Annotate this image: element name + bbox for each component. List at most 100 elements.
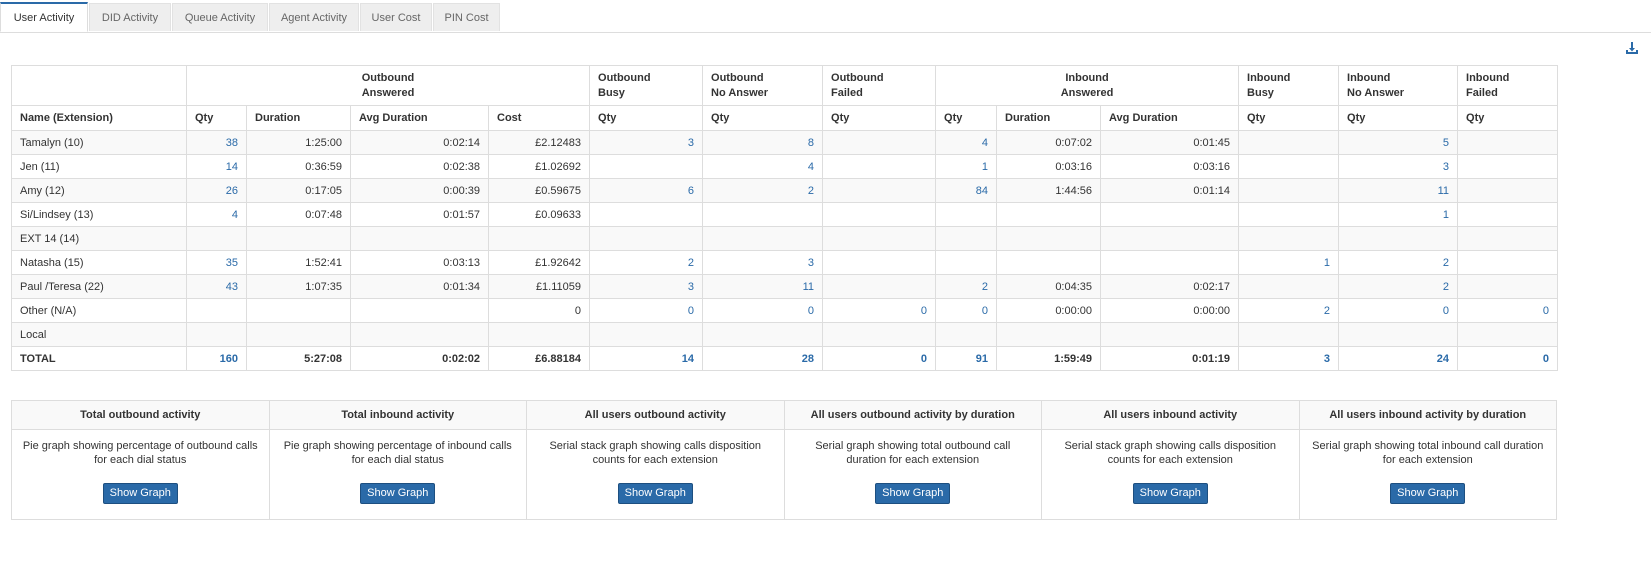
count-link[interactable]: 0 — [1457, 346, 1559, 371]
show-graph-button[interactable]: Show Graph — [360, 483, 436, 504]
table-row: Local — [11, 322, 1559, 347]
user-activity-table: Outbound Answered Outbound Busy Outbound… — [11, 65, 1559, 371]
graph-title: Total inbound activity — [268, 400, 527, 430]
group-inbound-failed: Inbound Failed — [1457, 65, 1559, 106]
count-link[interactable]: 24 — [1338, 346, 1459, 371]
show-graph-button[interactable]: Show Graph — [1132, 483, 1208, 504]
tab-user-activity[interactable]: User Activity — [0, 2, 88, 32]
table-cell — [996, 322, 1102, 347]
group-label: Outbound Failed — [831, 71, 884, 99]
count-link[interactable]: 28 — [702, 346, 824, 371]
count-link[interactable]: 43 — [186, 274, 247, 299]
count-link[interactable]: 84 — [935, 178, 998, 203]
count-link[interactable]: 0 — [935, 298, 998, 323]
count-link[interactable]: 6 — [589, 178, 704, 203]
row-name: Natasha (15) — [11, 250, 187, 275]
table-cell — [822, 202, 937, 227]
table-cell — [702, 202, 824, 227]
group-label: Outbound Busy — [598, 71, 651, 99]
show-graph-button[interactable]: Show Graph — [102, 483, 178, 504]
table-cell — [822, 178, 937, 203]
tab-did-activity[interactable]: DID Activity — [89, 3, 171, 31]
table-cell: 1:52:41 — [246, 250, 351, 275]
table-cell: 0:00:39 — [350, 178, 489, 203]
count-link[interactable]: 0 — [1338, 298, 1459, 323]
tab-agent-activity[interactable]: Agent Activity — [269, 3, 359, 31]
count-link[interactable]: 2 — [1238, 298, 1340, 323]
count-link[interactable]: 3 — [589, 130, 704, 155]
table-cell — [246, 298, 351, 323]
count-link[interactable]: 91 — [935, 346, 998, 371]
graph-description: Serial graph showing total outbound call… — [815, 440, 1011, 466]
count-link[interactable]: 2 — [935, 274, 998, 299]
table-cell — [246, 226, 351, 251]
table-cell — [996, 226, 1102, 251]
graph-description: Serial stack graph showing calls disposi… — [549, 440, 762, 466]
count-link[interactable]: 2 — [589, 250, 704, 275]
count-link[interactable]: 26 — [186, 178, 247, 203]
count-link[interactable]: 11 — [1338, 178, 1459, 203]
graph-title: All users outbound activity — [526, 400, 785, 430]
download-icon[interactable] — [1625, 41, 1639, 55]
count-link[interactable]: 3 — [702, 250, 824, 275]
group-outbound-busy: Outbound Busy — [589, 65, 704, 106]
count-link[interactable]: 1 — [1238, 250, 1340, 275]
table-cell — [1457, 226, 1559, 251]
tab-user-cost[interactable]: User Cost — [360, 3, 432, 31]
show-graph-button[interactable]: Show Graph — [617, 483, 693, 504]
column-header: Avg Duration — [1100, 105, 1240, 131]
count-link[interactable]: 4 — [702, 154, 824, 179]
table-cell: 0:01:45 — [1100, 130, 1240, 155]
count-link[interactable]: 38 — [186, 130, 247, 155]
count-link[interactable]: 2 — [702, 178, 824, 203]
count-link[interactable]: 3 — [1238, 346, 1340, 371]
count-link[interactable]: 0 — [702, 298, 824, 323]
count-link[interactable]: 0 — [589, 298, 704, 323]
table-cell — [1457, 178, 1559, 203]
table-cell — [350, 226, 489, 251]
show-graph-button[interactable]: Show Graph — [875, 483, 951, 504]
show-graph-button[interactable]: Show Graph — [1390, 483, 1466, 504]
count-link[interactable]: 1 — [1338, 202, 1459, 227]
count-link[interactable]: 1 — [935, 154, 998, 179]
table-row: EXT 14 (14) — [11, 226, 1559, 251]
count-link[interactable]: 3 — [1338, 154, 1459, 179]
count-link[interactable]: 14 — [589, 346, 704, 371]
table-cell — [1457, 274, 1559, 299]
count-link[interactable]: 8 — [702, 130, 824, 155]
tab-pin-cost[interactable]: PIN Cost — [433, 3, 500, 31]
count-link[interactable]: 2 — [1338, 274, 1459, 299]
count-link[interactable]: 0 — [822, 346, 937, 371]
tab-queue-activity[interactable]: Queue Activity — [172, 3, 268, 31]
count-link[interactable]: 0 — [822, 298, 937, 323]
count-link[interactable]: 4 — [186, 202, 247, 227]
count-link[interactable]: 0 — [1457, 298, 1559, 323]
graph-title-row: Total outbound activity Total inbound act… — [11, 400, 1557, 430]
graph-panel: Serial graph showing total outbound call… — [783, 429, 1042, 520]
table-cell — [1238, 226, 1340, 251]
count-link[interactable]: 3 — [589, 274, 704, 299]
count-link[interactable]: 11 — [702, 274, 824, 299]
table-cell: 0:00:00 — [996, 298, 1102, 323]
table-cell: 0:01:57 — [350, 202, 489, 227]
table-cell — [1238, 202, 1340, 227]
column-header: Qty — [1338, 105, 1459, 131]
count-link[interactable]: 5 — [1338, 130, 1459, 155]
count-link[interactable]: 14 — [186, 154, 247, 179]
table-cell — [1338, 226, 1459, 251]
table-cell: £0.59675 — [487, 178, 591, 203]
table-cell — [935, 226, 998, 251]
row-name: Amy (12) — [11, 178, 187, 203]
table-cell: 0 — [487, 298, 591, 323]
table-cell: 0:01:19 — [1100, 346, 1240, 371]
count-link[interactable]: 2 — [1338, 250, 1459, 275]
count-link[interactable]: 4 — [935, 130, 998, 155]
count-link[interactable]: 160 — [186, 346, 247, 371]
table-cell — [935, 202, 998, 227]
table-cell: 5:27:08 — [246, 346, 351, 371]
table-cell — [935, 250, 998, 275]
group-outbound-no-answer: Outbound No Answer — [702, 65, 824, 106]
group-name-blank — [11, 65, 187, 106]
count-link[interactable]: 35 — [186, 250, 247, 275]
graph-title: All users inbound activity — [1041, 400, 1300, 430]
